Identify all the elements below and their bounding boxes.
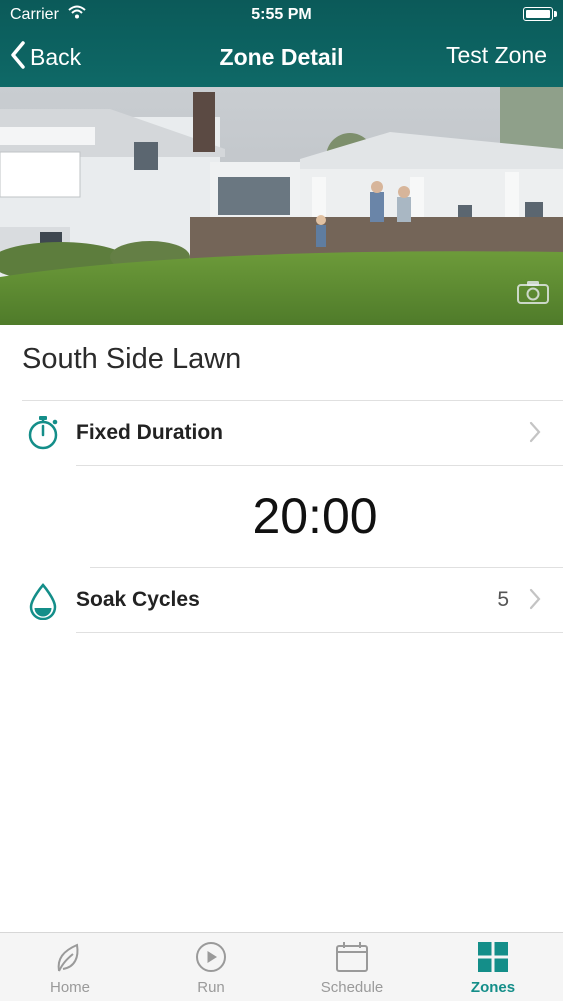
battery-icon (523, 7, 557, 21)
soak-cycles-row[interactable]: Soak Cycles 5 (0, 568, 563, 632)
chevron-right-icon (529, 588, 541, 615)
fixed-duration-label: Fixed Duration (76, 421, 224, 444)
chevron-right-icon (529, 421, 541, 448)
navigation-bar: Back Zone Detail Test Zone (0, 30, 563, 87)
soak-cycles-value: 5 (497, 588, 509, 611)
leaf-icon (55, 941, 85, 978)
status-time: 5:55 PM (251, 6, 312, 23)
tab-label: Zones (470, 979, 516, 996)
soak-cycles-label: Soak Cycles (76, 588, 200, 611)
stopwatch-icon (26, 415, 60, 456)
test-zone-button[interactable]: Test Zone (446, 42, 547, 69)
zone-photo[interactable] (0, 87, 563, 325)
tab-label: Run (197, 979, 225, 996)
tab-label: Home (49, 979, 90, 996)
tab-home[interactable]: Home (0, 933, 140, 1001)
status-bar: Carrier 5:55 PM (0, 0, 563, 30)
grid-icon (477, 941, 509, 978)
calendar-icon (335, 941, 369, 978)
water-drop-icon (26, 582, 60, 625)
zone-name: South Side Lawn (22, 343, 242, 375)
tab-run[interactable]: Run (141, 933, 281, 1001)
divider (76, 632, 563, 633)
tab-zones[interactable]: Zones (423, 933, 563, 1001)
tab-schedule[interactable]: Schedule (282, 933, 422, 1001)
camera-icon[interactable] (517, 280, 549, 309)
header: Carrier 5:55 PM Back Zone Detail Test Zo… (0, 0, 563, 87)
divider (76, 465, 563, 466)
duration-value[interactable]: 20:00 (0, 487, 563, 545)
tab-label: Schedule (320, 979, 384, 996)
tab-bar: Home Run Schedule Zones (0, 932, 563, 1001)
play-icon (195, 941, 227, 978)
fixed-duration-row[interactable]: Fixed Duration (0, 401, 563, 465)
